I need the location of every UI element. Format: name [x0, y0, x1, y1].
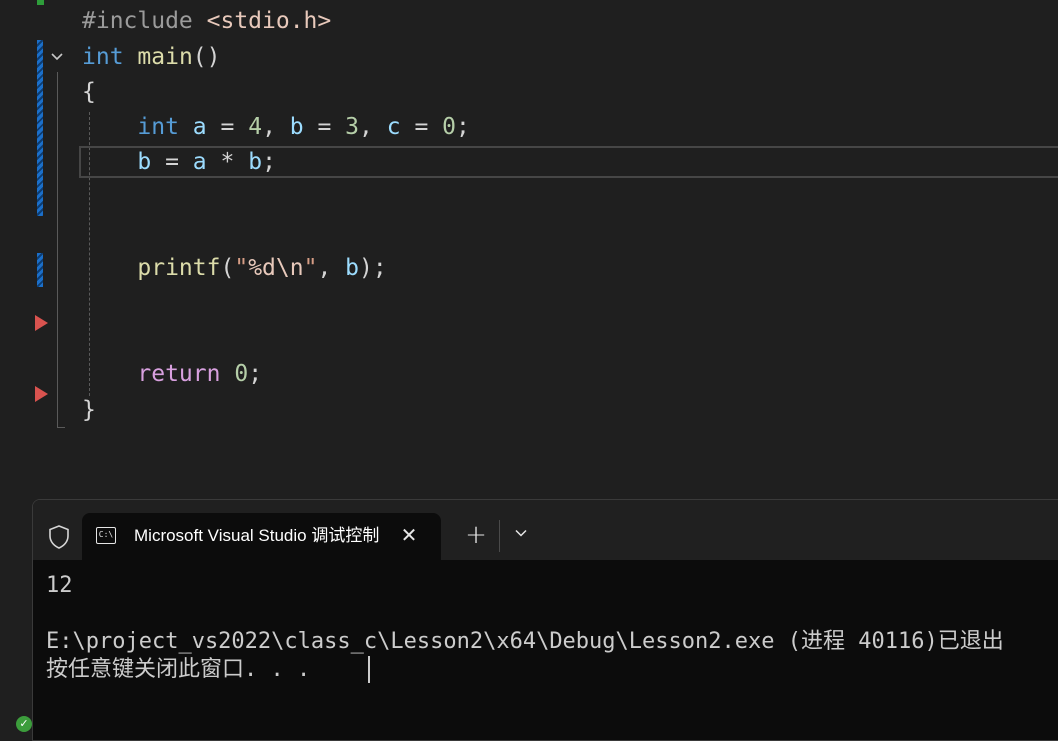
code-line[interactable]: int main()	[82, 40, 221, 74]
code-token: b	[345, 255, 360, 281]
code-token: ;	[456, 114, 470, 140]
code-line[interactable]: return 0;	[82, 357, 262, 391]
close-icon[interactable]: ✕	[398, 523, 420, 547]
chevron-down-icon[interactable]	[508, 522, 534, 550]
code-token: ;	[248, 361, 263, 387]
breakpoint-arrow-icon[interactable]	[35, 386, 48, 402]
code-token: #include	[82, 8, 207, 34]
code-token: return	[137, 361, 221, 387]
code-token: \n	[275, 255, 304, 281]
code-token: a	[192, 149, 207, 175]
code-token: {	[82, 79, 96, 105]
terminal-tab-strip: C:\ Microsoft Visual Studio 调试控制台 ✕ +	[33, 500, 1058, 560]
cmd-prompt-icon: C:\	[96, 527, 116, 544]
code-token: =	[151, 149, 193, 175]
code-token: *	[206, 149, 249, 175]
code-line[interactable]: {	[82, 75, 96, 109]
tab-title: Microsoft Visual Studio 调试控制台	[134, 526, 380, 545]
console-output-line: E:\project_vs2022\class_c\Lesson2\x64\De…	[46, 629, 1004, 654]
code-token: 4	[248, 114, 263, 140]
code-token: ,	[317, 255, 346, 281]
saved-change-marker	[37, 0, 44, 5]
code-line[interactable]: #include <stdio.h>	[82, 4, 331, 38]
fold-region-end	[57, 427, 65, 428]
fold-chevron-icon[interactable]	[49, 49, 65, 65]
debug-console-window[interactable]: C:\ Microsoft Visual Studio 调试控制台 ✕ + 12…	[32, 499, 1058, 741]
code-token: (	[220, 255, 235, 281]
code-token: <stdio.h>	[206, 8, 332, 34]
code-token: b	[248, 149, 263, 175]
breakpoint-arrow-icon[interactable]	[35, 315, 48, 331]
console-output-line: 12	[46, 573, 73, 598]
tab-debug-console[interactable]: C:\ Microsoft Visual Studio 调试控制台 ✕	[82, 513, 441, 560]
change-indicator-bar	[37, 40, 43, 216]
code-token: "	[303, 255, 318, 281]
code-token: ()	[192, 44, 221, 70]
code-token: %d	[248, 255, 276, 281]
tab-divider	[499, 520, 500, 552]
code-line[interactable]: int a = 4, b = 3, c = 0;	[82, 110, 470, 144]
code-token: );	[359, 255, 387, 281]
shield-icon	[47, 524, 71, 550]
code-token: c	[386, 114, 401, 140]
code-token: printf	[137, 255, 221, 281]
code-token: "	[234, 255, 249, 281]
code-token: =	[206, 114, 249, 140]
code-token: ,	[262, 114, 290, 140]
change-indicator-bar	[37, 253, 43, 287]
code-token: a	[192, 114, 207, 140]
text-cursor	[368, 656, 370, 683]
code-editor[interactable]: #include <stdio.h> int main(){ int a = 4,…	[0, 0, 1058, 500]
code-line[interactable]: b = a * b;	[82, 145, 276, 179]
code-token: =	[400, 114, 443, 140]
code-token: =	[303, 114, 346, 140]
fold-region-line	[57, 72, 58, 428]
code-token: }	[82, 397, 96, 423]
code-line[interactable]: }	[82, 393, 96, 427]
code-token: 0	[442, 114, 456, 140]
code-token: int	[137, 114, 179, 140]
plus-icon[interactable]: +	[461, 520, 491, 550]
code-token: 0	[234, 361, 249, 387]
code-token: ;	[262, 149, 276, 175]
code-token: 3	[345, 114, 360, 140]
code-token: ,	[359, 114, 387, 140]
code-token: b	[289, 114, 304, 140]
code-token: main	[137, 44, 193, 70]
check-icon: ✓	[16, 716, 32, 732]
console-output-line: 按任意键关闭此窗口. . .	[46, 657, 311, 682]
code-line[interactable]: printf("%d\n", b);	[82, 251, 387, 285]
code-token: int	[82, 44, 124, 70]
code-token: b	[137, 149, 152, 175]
